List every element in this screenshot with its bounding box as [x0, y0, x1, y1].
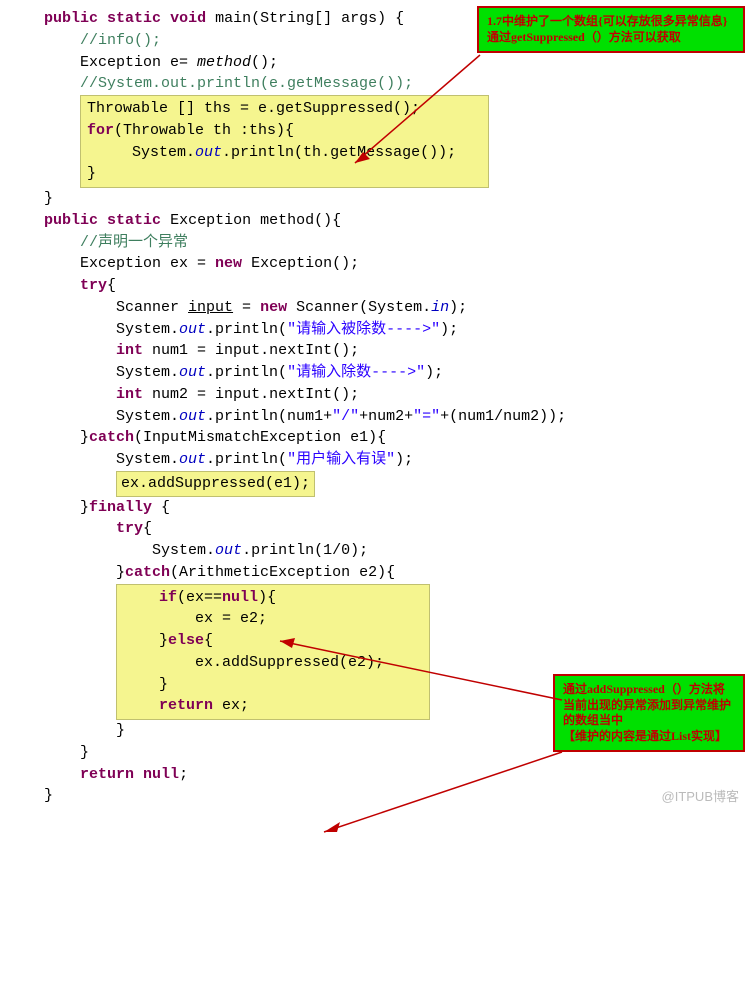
highlight-getsuppressed: Throwable [] ths = e.getSuppressed(); fo… — [80, 95, 489, 188]
annotation-box-1: 1.7中维护了一个数组{可以存放很多异常信息} 通过getSuppressed（… — [477, 6, 745, 53]
annotation-box-2: 通过addSuppressed（）方法将当前出现的异常添加到异常维护的数组当中 … — [553, 674, 745, 752]
highlight-addsuppressed-1: ex.addSuppressed(e1); — [116, 471, 315, 497]
annotation-text: 通过addSuppressed（）方法将当前出现的异常添加到异常维护的数组当中 — [563, 682, 735, 729]
annotation-text: 【维护的内容是通过List实现】 — [563, 729, 735, 745]
annotation-text: 通过getSuppressed（）方法可以获取 — [487, 30, 735, 46]
highlight-addsuppressed-2: if(ex==null){ ex = e2; }else{ ex.addSupp… — [116, 584, 430, 721]
watermark: @ITPUB博客 — [662, 788, 739, 807]
annotation-text: 1.7中维护了一个数组{可以存放很多异常信息} — [487, 14, 735, 30]
